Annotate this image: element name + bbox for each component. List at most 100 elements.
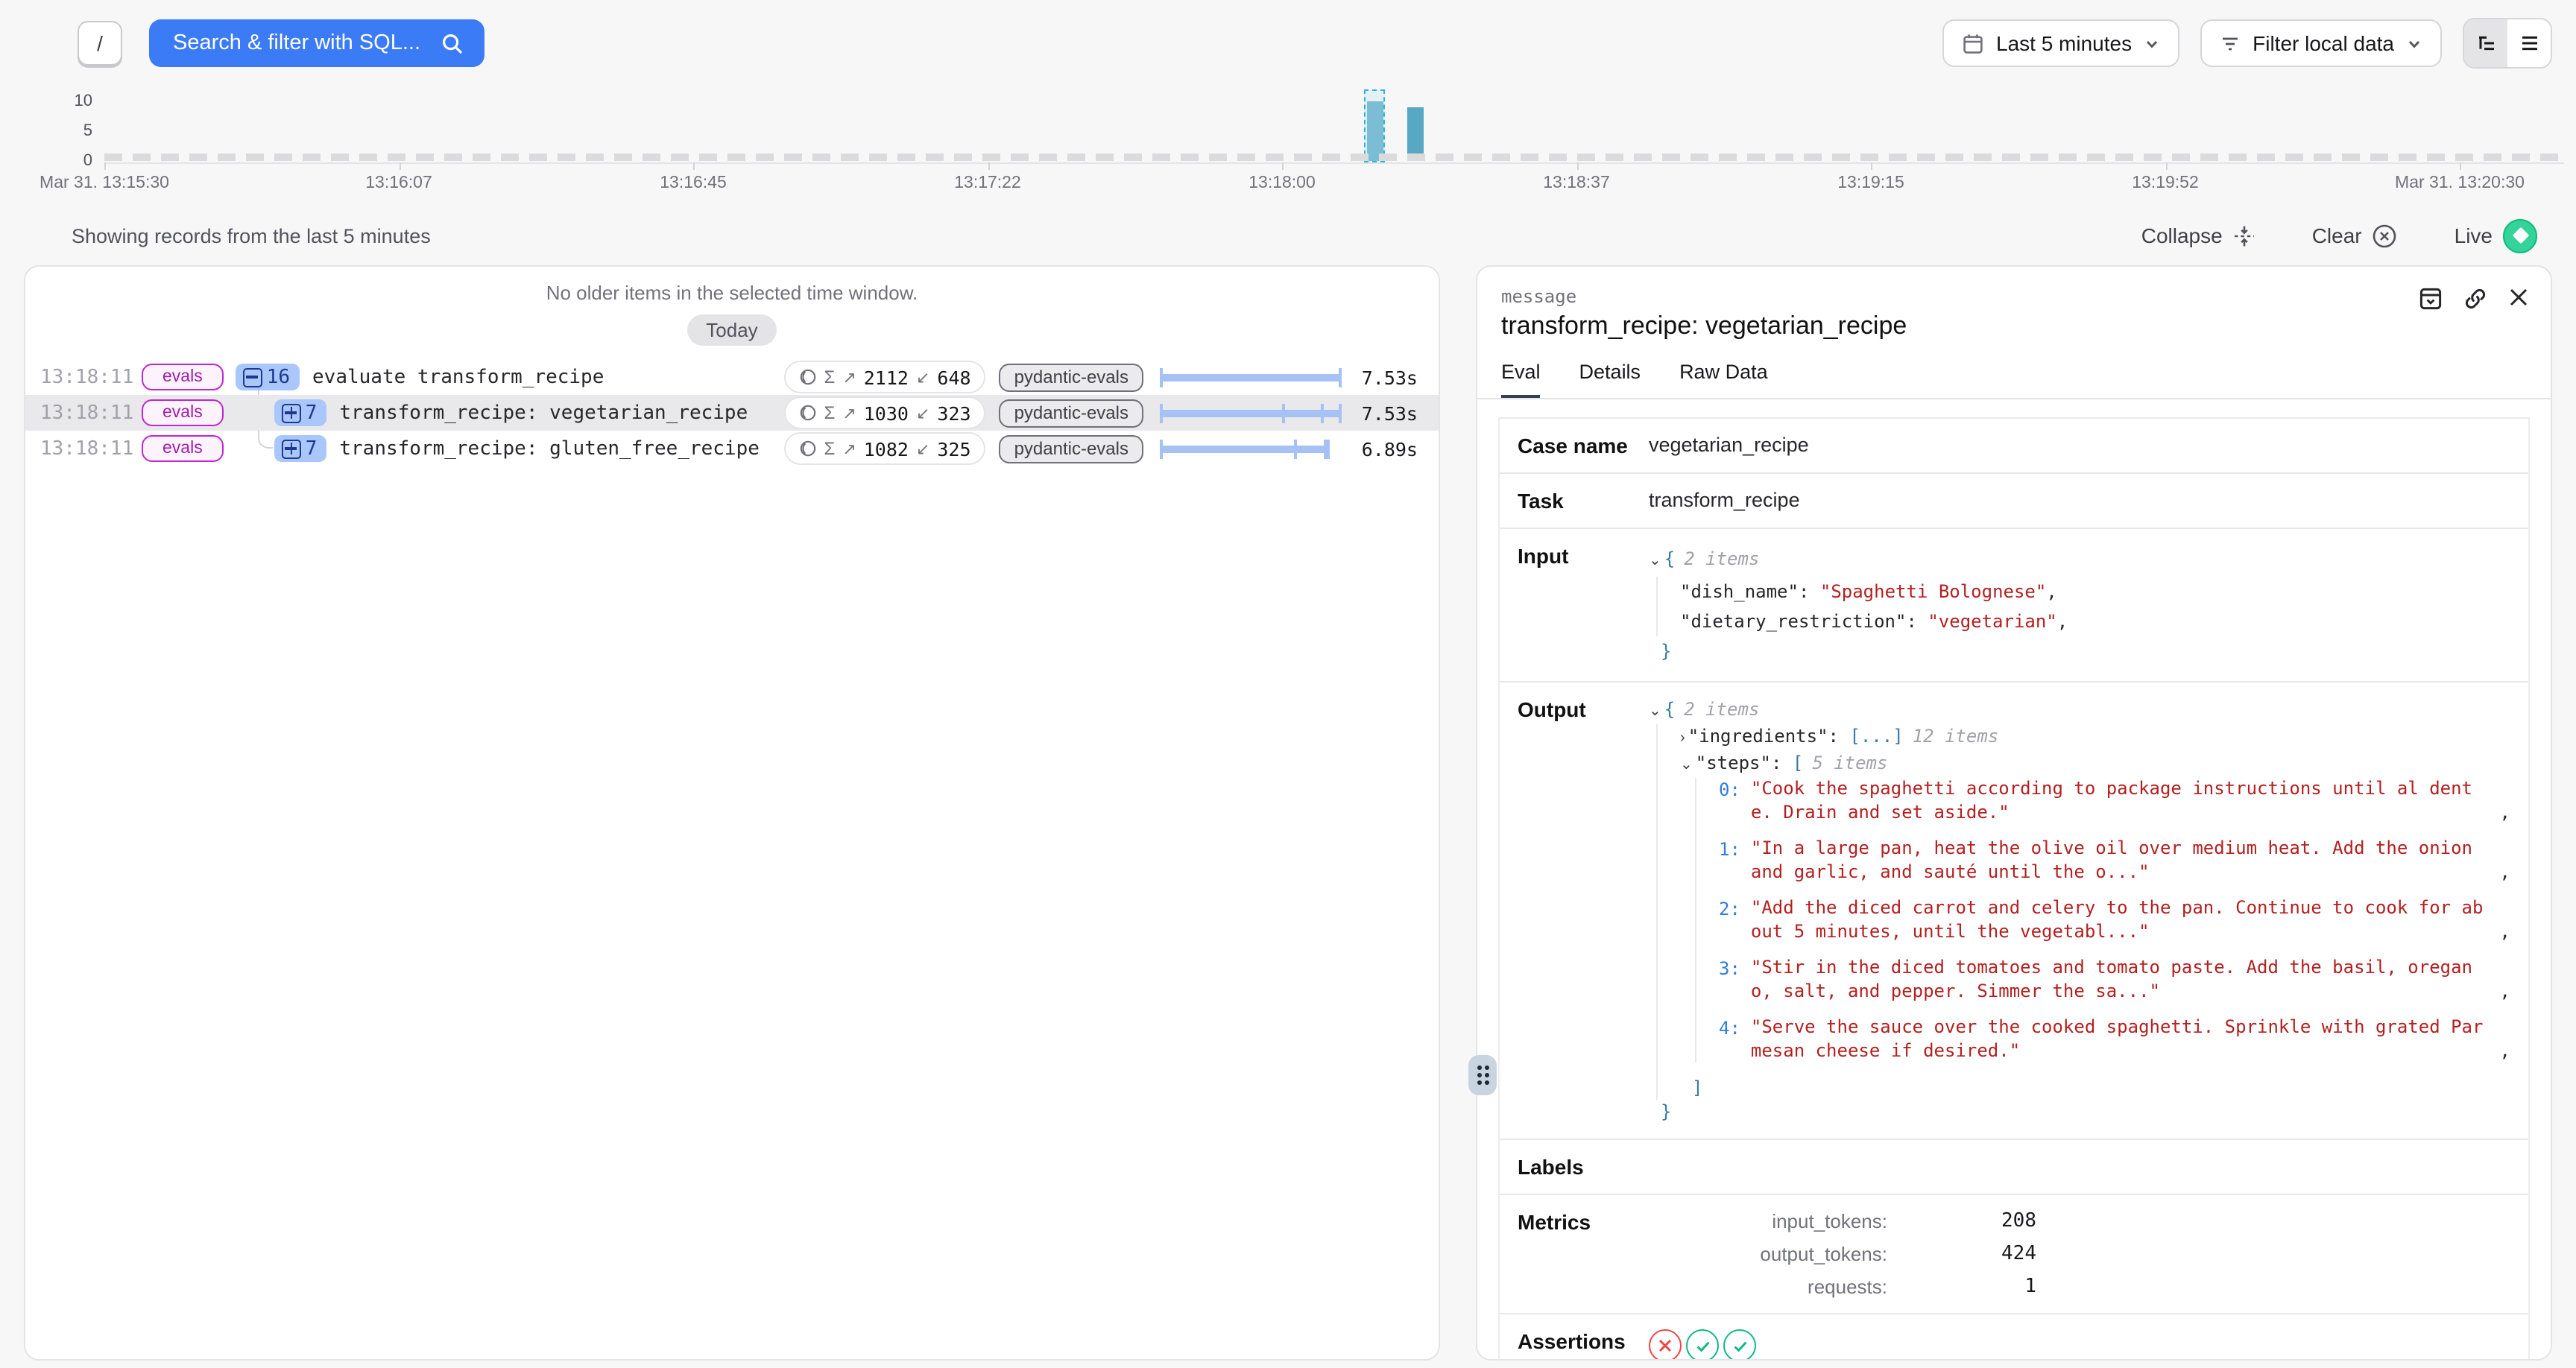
tab-details[interactable]: Details <box>1579 361 1641 398</box>
x-tick-label: 13:17:22 <box>954 174 1021 192</box>
filter-local-data-dropdown[interactable]: Filter local data <box>2200 19 2442 67</box>
slash-shortcut-key: / <box>78 21 122 66</box>
output-items-note: 2 items <box>1684 699 1759 720</box>
time-range-label: Last 5 minutes <box>1996 31 2132 55</box>
time-range-dropdown[interactable]: Last 5 minutes <box>1942 19 2179 67</box>
tree-view-icon <box>2475 33 2496 54</box>
input-json-field: "dietary_restriction": "vegetarian", <box>1680 607 2510 636</box>
clear-button[interactable]: Clear <box>2303 221 2407 250</box>
trace-row[interactable]: 13:18:11 evals 16 evaluate transform_rec… <box>25 359 1439 395</box>
close-panel-button[interactable] <box>2507 286 2530 311</box>
shortcut-key-label: / <box>97 31 103 55</box>
input-token-count: 1082 <box>864 437 909 460</box>
x-axis-line <box>104 162 2564 164</box>
tab-raw-data[interactable]: Raw Data <box>1679 361 1768 398</box>
token-usage-chip: Σ ↗1030 ↙323 <box>783 396 985 429</box>
coin-icon <box>798 368 816 386</box>
showing-records-text: Showing records from the last 5 minutes <box>72 224 431 247</box>
input-arrow-icon: ↗ <box>842 367 856 387</box>
x-tick-label: 13:19:15 <box>1837 174 1904 192</box>
trace-row[interactable]: 13:18:11 evals 7 transform_recipe: glute… <box>25 431 1439 466</box>
link-icon <box>2463 286 2488 311</box>
trace-name: evaluate transform_recipe <box>312 366 604 388</box>
status-bar-actions: Collapse Clear Live <box>2133 217 2546 254</box>
x-tick-mark <box>1576 162 1578 170</box>
live-toggle[interactable]: Live <box>2446 217 2546 254</box>
x-tick-mark <box>104 162 106 170</box>
y-tick-label: 0 <box>83 152 92 170</box>
evals-tag-badge[interactable]: evals <box>142 435 224 462</box>
x-tick-mark <box>399 162 400 170</box>
expander-icon[interactable] <box>282 439 301 458</box>
trace-name: transform_recipe: vegetarian_recipe <box>339 402 748 424</box>
panel-resize-handle[interactable] <box>1468 1055 1497 1095</box>
token-usage-chip: Σ ↗1082 ↙325 <box>783 432 985 465</box>
collapse-button[interactable]: Collapse <box>2133 222 2264 249</box>
copy-link-button[interactable] <box>2463 286 2488 311</box>
collapse-chevron-icon[interactable]: ⌄ <box>1680 757 1693 773</box>
step-index: 0: <box>1719 778 1740 824</box>
duration-bar <box>1161 367 1340 387</box>
chevron-down-icon <box>2406 35 2422 51</box>
collapse-chevron-icon[interactable]: ⌄ <box>1649 553 1661 569</box>
span-count-badge[interactable]: 7 <box>274 399 326 426</box>
calendar-icon <box>1962 32 1984 54</box>
coin-icon <box>798 440 816 457</box>
tree-view-toggle-button[interactable] <box>2464 19 2507 67</box>
ingredients-collapsed-preview[interactable]: [...] <box>1849 726 1903 747</box>
case-name-label: Case name <box>1518 434 1649 457</box>
trace-time: 13:18:11 <box>40 366 133 388</box>
assertion-pass-icon[interactable] <box>1686 1329 1719 1359</box>
output-arrow-icon: ↙ <box>916 403 929 422</box>
ingredients-items-note: 12 items <box>1913 726 1999 747</box>
record-kind-label: message <box>1501 286 2527 307</box>
duration-text: 7.53s <box>1340 402 1418 424</box>
input-arrow-icon: ↗ <box>842 439 856 458</box>
live-toggle-label: Live <box>2455 224 2493 247</box>
step-text: "Add the diced carrot and celery to the … <box>1751 897 2488 943</box>
search-button[interactable]: Search & filter with SQL... <box>149 19 484 67</box>
x-tick-label: 13:18:37 <box>1543 174 1610 192</box>
trace-row[interactable]: 13:18:11 evals 7 transform_recipe: veget… <box>25 395 1439 431</box>
duration-bar <box>1161 438 1340 459</box>
step-text: "In a large pan, heat the olive oil over… <box>1751 837 2488 884</box>
input-arrow-icon: ↗ <box>842 403 856 422</box>
collapse-chevron-icon[interactable]: ⌄ <box>1649 703 1661 720</box>
x-tick-label: 13:16:45 <box>660 174 727 192</box>
step-index: 2: <box>1719 897 1740 943</box>
sigma-icon: Σ <box>824 438 835 459</box>
x-tick-mark <box>988 162 989 170</box>
coin-icon <box>798 404 816 422</box>
output-arrow-icon: ↙ <box>916 439 929 458</box>
list-view-toggle-button[interactable] <box>2507 19 2551 67</box>
step-index: 3: <box>1719 957 1740 1003</box>
metrics-label: Metrics <box>1518 1210 1649 1298</box>
labels-row: Labels <box>1500 1140 2528 1195</box>
sigma-icon: Σ <box>824 367 835 387</box>
main-area: No older items in the selected time wind… <box>24 265 2552 1361</box>
span-count-badge[interactable]: 16 <box>236 364 299 390</box>
input-json-field: "dish_name": "Spaghetti Bolognese", <box>1680 577 2510 607</box>
filter-label: Filter local data <box>2253 31 2394 55</box>
task-value: transform_recipe <box>1649 489 2510 513</box>
step-item: 4: "Serve the sauce over the cooked spag… <box>1719 1016 2510 1063</box>
assertion-fail-icon[interactable] <box>1649 1329 1682 1359</box>
step-text: "Stir in the diced tomatoes and tomato p… <box>1751 957 2488 1003</box>
evals-tag-badge[interactable]: evals <box>142 399 224 426</box>
span-count-badge[interactable]: 7 <box>274 435 326 462</box>
labels-label: Labels <box>1518 1155 1649 1179</box>
detail-body: Case name vegetarian_recipe Task transfo… <box>1477 399 2551 1359</box>
tab-eval[interactable]: Eval <box>1501 361 1541 398</box>
case-name-row: Case name vegetarian_recipe <box>1500 419 2528 474</box>
expander-icon[interactable] <box>282 403 301 422</box>
expander-icon[interactable] <box>243 367 262 387</box>
trailing-comma: , <box>2500 800 2510 824</box>
evals-tag-badge[interactable]: evals <box>142 364 224 390</box>
expand-chevron-icon[interactable]: › <box>1680 730 1685 747</box>
close-icon <box>2507 286 2530 311</box>
task-row: Task transform_recipe <box>1500 474 2528 529</box>
trailing-comma: , <box>2500 860 2510 884</box>
assertions-label: Assertions <box>1518 1329 1649 1359</box>
assertion-pass-icon[interactable] <box>1723 1329 1756 1359</box>
save-view-button[interactable] <box>2418 286 2443 311</box>
